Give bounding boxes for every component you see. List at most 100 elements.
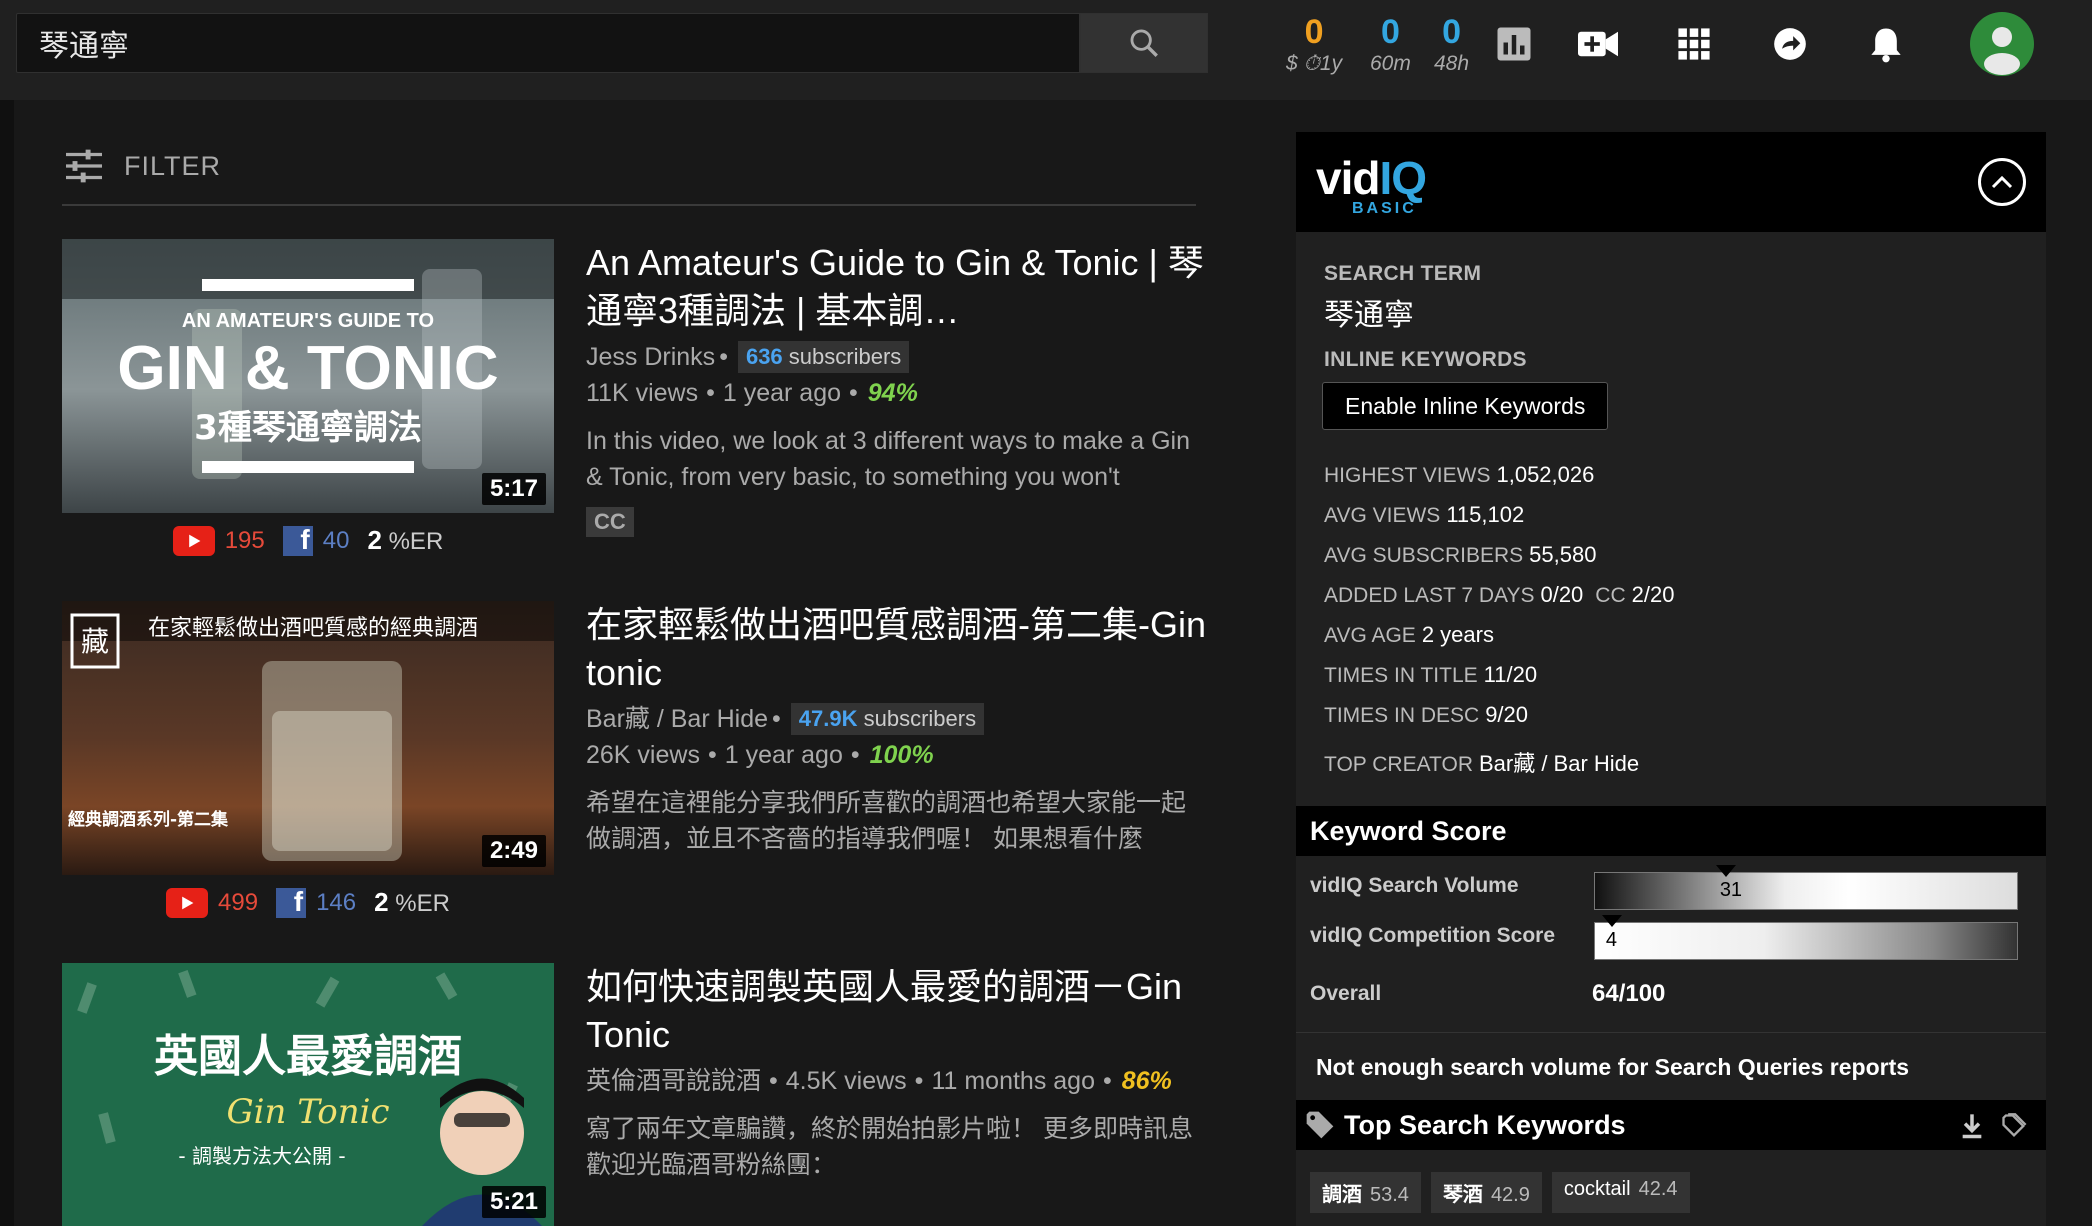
video-description: In this video, we look at 3 different wa… [586,427,1191,491]
stat-value: 0 [1380,13,1400,51]
bell-icon [1871,28,1901,63]
stat-earnings[interactable]: 0 $ ⏱1y [1286,12,1342,76]
user-avatar-icon [1984,27,2020,75]
keyword-chip[interactable]: 調酒 53.4 [1310,1172,1421,1213]
thumb-text-3: 3種琴通寧調法 [194,408,422,448]
search-query-text: 琴通寧 [39,30,129,63]
search-button[interactable] [1080,13,1208,73]
search-term-label: SEARCH TERM [1324,262,1482,285]
video-title[interactable]: An Amateur's Guide to Gin & Tonic | 琴通寧3… [586,239,1206,335]
tag-icon [1306,1111,1334,1139]
youtube-icon [166,887,209,918]
stat-48h[interactable]: 0 48h [1434,12,1469,76]
separator-dot: • [914,1067,924,1095]
search-icon [1130,29,1158,57]
video-title[interactable]: 在家輕鬆做出酒吧質感調酒-第二集-Gin tonic [586,601,1206,697]
video-thumbnail[interactable]: AN AMATEUR'S GUIDE TO GIN & TONIC 3種琴通寧調… [62,239,554,513]
thumb-text-2: GIN & TONIC [117,334,498,403]
video-description: 希望在這裡能分享我們所喜歡的調酒也希望大家能一起做調酒，並且不吝嗇的指導我們喔！… [586,789,1187,853]
search-input[interactable]: 琴通寧 [16,13,1080,73]
apps-button[interactable] [1668,18,1720,70]
youtube-count: 195 [224,526,265,554]
filter-label: FILTER [124,150,222,181]
channel-line: 英倫酒哥說說酒 • 4.5K views • 11 months ago • 8… [586,1063,1206,1099]
video-thumbnail[interactable]: 英國人最愛調酒 Gin Tonic - 調製方法大公開 - 5:21 [62,963,554,1226]
video-result-2[interactable]: 藏 在家輕鬆做出酒吧質感的經典調酒 經典調酒系列-第二集 2:49 在家輕鬆做出… [62,601,1206,931]
keyword-chip[interactable]: cocktail 42.4 [1551,1172,1690,1213]
stat-60m[interactable]: 0 60m [1370,12,1411,76]
create-video-button[interactable] [1572,18,1624,70]
separator-dot: • [719,343,728,371]
engagement-rate: 2 %ER [367,525,443,556]
top-header: 琴通寧 0 $ ⏱1y 0 60m 0 48h [0,0,2092,100]
separator-dot: • [707,741,717,769]
keyword-chip[interactable]: 琴酒 42.9 [1430,1172,1542,1213]
channel-name[interactable]: 英倫酒哥說說酒 [586,1063,761,1099]
thumb-text-2: 經典調酒系列-第二集 [68,809,229,830]
plan-label: BASIC [1352,200,1417,217]
channel-name[interactable]: Jess Drinks [586,339,715,375]
thumb-text-1: 英國人最愛調酒 [154,1031,462,1082]
channel-name[interactable]: Bar藏 / Bar Hide [586,701,768,737]
competition-score-value: 4 [1605,929,1617,951]
video-result-1[interactable]: AN AMATEUR'S GUIDE TO GIN & TONIC 3種琴通寧調… [62,239,1204,569]
search-queries-notice: Not enough search volume for Search Quer… [1296,1032,2046,1102]
channel-seal-icon: 藏 [81,625,109,658]
view-count: 26K views [586,741,700,769]
separator-dot: • [706,379,715,407]
video-info: 在家輕鬆做出酒吧質感調酒-第二集-Gin tonic Bar藏 / Bar Hi… [586,601,1206,857]
logo-iq: IQ [1379,152,1427,204]
download-icon[interactable] [1958,1112,1986,1140]
subscriber-count: 47.9K [798,706,858,731]
video-title[interactable]: 如何快速調製英國人最愛的調酒－Gin Tonic [586,963,1206,1059]
messages-button[interactable] [1764,18,1816,70]
vidiq-panel: vidIQ BASIC SEARCH TERM 琴通寧 INLINE KEYWO… [1296,132,2046,1226]
stat-value: 0 [1442,13,1461,51]
upload-age: 1 year ago [722,379,841,407]
subscriber-badge: 47.9K subscribers [790,703,985,735]
vidiq-score: 100% [869,741,934,769]
top-search-keywords-title: Top Search Keywords [1344,1109,1626,1140]
search-volume-bar: 31 [1594,865,2018,910]
keyword-chips: 調酒 53.4 琴酒 42.9 cocktail 42.4 [1310,1172,1690,1213]
video-result-3[interactable]: 英國人最愛調酒 Gin Tonic - 調製方法大公開 - 5:21 如何快速調… [62,963,1196,1226]
thumbnail-image: 藏 在家輕鬆做出酒吧質感的經典調酒 經典調酒系列-第二集 [62,601,554,875]
stat-label: 60m [1370,52,1411,75]
avatar[interactable] [1970,12,2034,76]
social-stats: 499 f 146 2 %ER [62,886,554,918]
keyword-score-header: Keyword Score [1296,806,2046,856]
enable-inline-keywords-button[interactable]: Enable Inline Keywords [1322,382,1609,430]
competition-score-marker [1601,915,1622,927]
analytics-button[interactable] [1488,18,1540,70]
notifications-button[interactable] [1860,18,1912,70]
er-value: 2 [374,887,389,917]
vidiq-header: vidIQ BASIC [1296,132,2046,232]
subscriber-count: 636 [745,344,783,369]
filter-button[interactable]: FILTER [64,148,221,184]
bar-chart-icon [1497,27,1531,61]
collapse-button[interactable] [1978,158,2026,206]
facebook-icon: f [282,524,313,556]
copy-tags-icon[interactable] [2000,1112,2028,1140]
youtube-count: 499 [218,888,259,916]
stat-times-in-desc: TIMES IN DESC 9/20 [1324,702,1529,727]
competition-score-label: vidIQ Competition Score [1310,924,1556,947]
vidiq-logo: vidIQ [1316,155,1427,201]
subscriber-word: subscribers [788,344,902,369]
video-thumbnail[interactable]: 藏 在家輕鬆做出酒吧質感的經典調酒 經典調酒系列-第二集 2:49 [62,601,554,875]
search-term-value: 琴通寧 [1324,299,1414,332]
thumbnail-image: 英國人最愛調酒 Gin Tonic - 調製方法大公開 - [62,963,554,1226]
logo-vid: vid [1316,152,1380,204]
inline-keywords-label: INLINE KEYWORDS [1324,348,1527,371]
separator-dot: • [1102,1067,1112,1095]
views-line: 26K views • 1 year ago • 100% [586,737,1206,773]
stat-label: $ ⏱1y [1286,52,1343,75]
separator-dot: • [850,741,860,769]
top-search-keywords-header: Top Search Keywords [1296,1100,2046,1150]
separator-dot: • [849,379,858,407]
cc-badge: CC [586,507,634,537]
video-info: An Amateur's Guide to Gin & Tonic | 琴通寧3… [586,239,1206,537]
video-duration: 5:21 [481,1186,546,1218]
view-count: 11K views [586,379,699,407]
apps-grid-icon [1678,28,1710,60]
